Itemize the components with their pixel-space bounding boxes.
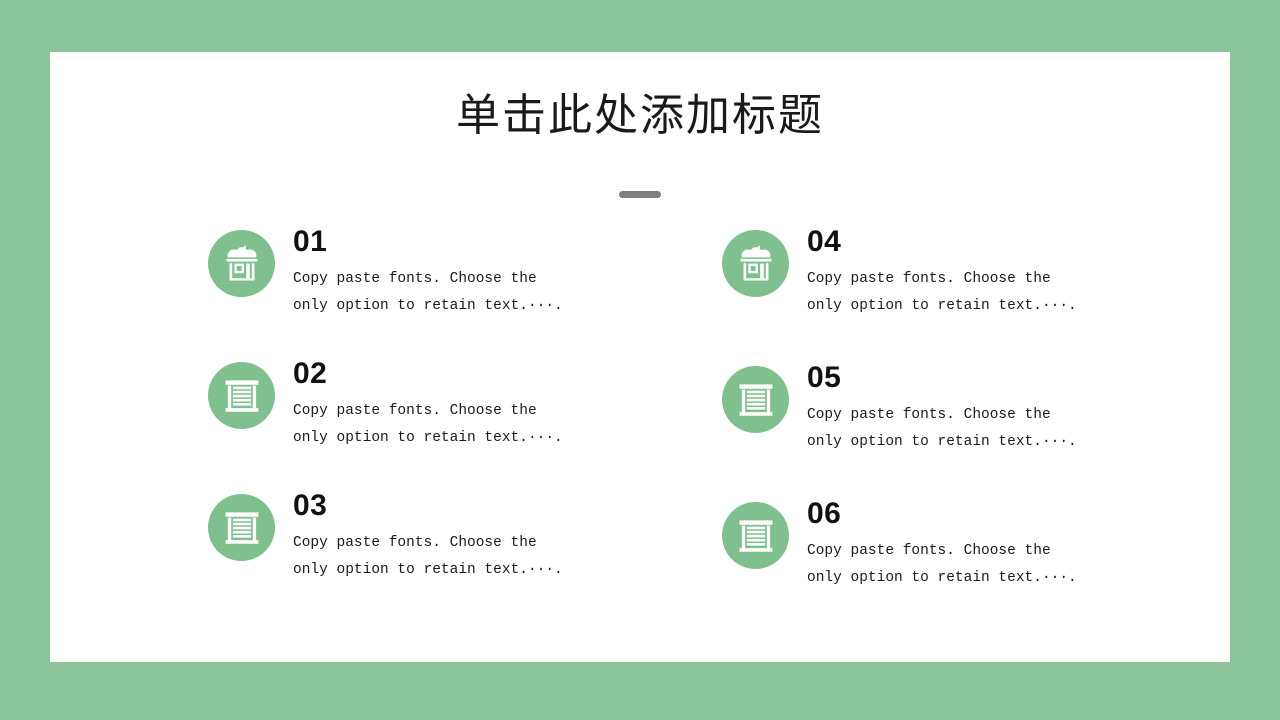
list-item-body: 05 Copy paste fonts. Choose the only opt… (807, 360, 1207, 456)
list-item-number: 05 (807, 361, 842, 394)
list-item-body: 04 Copy paste fonts. Choose the only opt… (807, 224, 1207, 320)
list-item-description: Copy paste fonts. Choose the only option… (807, 543, 1077, 586)
list-item-description: Copy paste fonts. Choose the only option… (807, 407, 1077, 450)
list-item-number: 01 (293, 225, 328, 258)
title-divider (619, 191, 661, 198)
items-grid: 01 Copy paste fonts. Choose the only opt… (50, 225, 1230, 650)
storefront-awning-check-icon (208, 230, 275, 297)
list-item-body: 06 Copy paste fonts. Choose the only opt… (807, 496, 1207, 592)
list-item-body: 03 Copy paste fonts. Choose the only opt… (293, 488, 693, 584)
storefront-awning-check-icon (722, 230, 789, 297)
content-card: 单击此处添加标题 01 Copy paste fonts. Choose the… (50, 52, 1230, 662)
list-item[interactable]: 06 Copy paste fonts. Choose the only opt… (722, 497, 1222, 638)
list-item-number: 06 (807, 497, 842, 530)
items-column-left: 01 Copy paste fonts. Choose the only opt… (208, 225, 708, 626)
page-title: 单击此处添加标题 (456, 91, 824, 140)
list-item-number: 03 (293, 489, 328, 522)
list-item-body: 02 Copy paste fonts. Choose the only opt… (293, 356, 693, 452)
list-item-description: Copy paste fonts. Choose the only option… (293, 271, 563, 314)
slide-canvas: 单击此处添加标题 01 Copy paste fonts. Choose the… (0, 0, 1280, 720)
list-item-number: 04 (807, 225, 842, 258)
list-item-number: 02 (293, 357, 328, 390)
rolling-shutter-storefront-icon (722, 366, 789, 433)
rolling-shutter-storefront-icon (208, 362, 275, 429)
list-item[interactable]: 05 Copy paste fonts. Choose the only opt… (722, 361, 1222, 502)
list-item-body: 01 Copy paste fonts. Choose the only opt… (293, 224, 693, 320)
list-item[interactable]: 04 Copy paste fonts. Choose the only opt… (722, 225, 1222, 366)
rolling-shutter-storefront-icon (208, 494, 275, 561)
rolling-shutter-storefront-icon (722, 502, 789, 569)
list-item[interactable]: 02 Copy paste fonts. Choose the only opt… (208, 357, 708, 494)
list-item[interactable]: 01 Copy paste fonts. Choose the only opt… (208, 225, 708, 362)
list-item-description: Copy paste fonts. Choose the only option… (293, 403, 563, 446)
list-item-description: Copy paste fonts. Choose the only option… (807, 271, 1077, 314)
list-item[interactable]: 03 Copy paste fonts. Choose the only opt… (208, 489, 708, 626)
list-item-description: Copy paste fonts. Choose the only option… (293, 535, 563, 578)
items-column-right: 04 Copy paste fonts. Choose the only opt… (722, 225, 1222, 638)
